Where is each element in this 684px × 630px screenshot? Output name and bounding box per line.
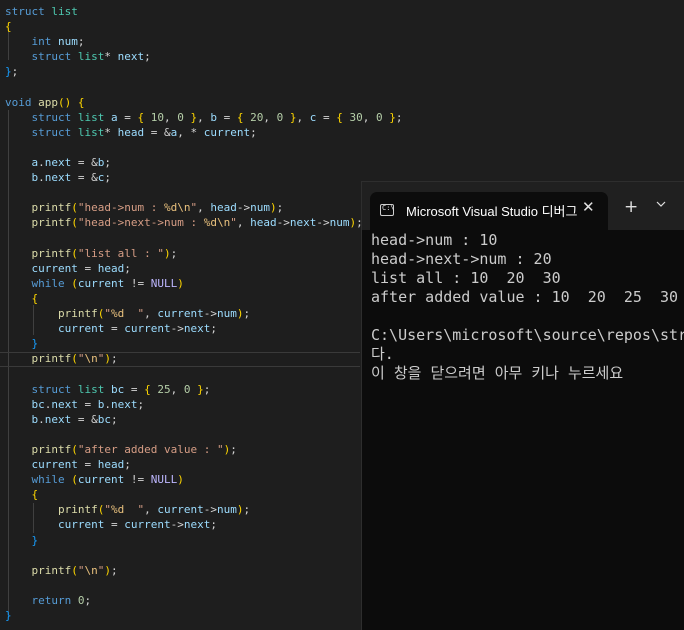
- code-line[interactable]: struct list a = { 10, 0 }, b = { 20, 0 }…: [5, 110, 403, 125]
- console-tab-title: Microsoft Visual Studio 디버그: [406, 204, 578, 219]
- chevron-down-icon[interactable]: [656, 199, 666, 209]
- code-line[interactable]: printf("head->num : %d\n", head->num);: [5, 200, 284, 215]
- code-line[interactable]: return 0;: [5, 593, 92, 608]
- code-line[interactable]: struct list* next;: [5, 49, 151, 64]
- code-line[interactable]: printf("head->next->num : %d\n", head->n…: [5, 215, 363, 230]
- code-line[interactable]: {: [5, 19, 12, 34]
- code-line[interactable]: }: [5, 533, 39, 548]
- code-line[interactable]: struct list: [5, 4, 78, 19]
- console-tab[interactable]: C:\ Microsoft Visual Studio 디버그 ✕: [370, 192, 608, 230]
- code-line[interactable]: while (current != NULL): [5, 276, 184, 291]
- code-line[interactable]: current = head;: [5, 457, 131, 472]
- code-line[interactable]: struct list bc = { 25, 0 };: [5, 382, 211, 397]
- code-line[interactable]: }: [5, 608, 12, 623]
- code-line[interactable]: void app() {: [5, 95, 85, 110]
- code-line[interactable]: b.next = &c;: [5, 170, 112, 185]
- code-line[interactable]: printf("list all : ");: [5, 246, 178, 261]
- code-line[interactable]: {: [5, 291, 39, 306]
- new-tab-button[interactable]: +: [624, 197, 638, 217]
- console-output-line: head->num : 10: [371, 231, 498, 249]
- code-line[interactable]: int num;: [5, 34, 85, 49]
- console-output-line: 이 창을 닫으려면 아무 키나 누르세요: [371, 364, 624, 382]
- code-line[interactable]: b.next = &bc;: [5, 412, 118, 427]
- console-output-line: after added value : 10 20 25 30: [371, 288, 679, 306]
- code-line[interactable]: current = current->next;: [5, 321, 217, 336]
- code-line[interactable]: };: [5, 64, 18, 79]
- code-line[interactable]: a.next = &b;: [5, 155, 112, 170]
- code-line[interactable]: printf("\n");: [5, 563, 118, 578]
- console-output-line: head->next->num : 20: [371, 250, 552, 268]
- console-output-line: list all : 10 20 30: [371, 269, 561, 287]
- console-icon: C:\: [380, 204, 395, 216]
- code-line[interactable]: printf("after added value : ");: [5, 442, 237, 457]
- code-line[interactable]: printf("\n");: [5, 351, 118, 366]
- code-line[interactable]: struct list* head = &a, * current;: [5, 125, 257, 140]
- code-line[interactable]: printf("%d ", current->num);: [5, 502, 250, 517]
- code-line[interactable]: {: [5, 487, 39, 502]
- close-icon[interactable]: ✕: [582, 198, 595, 216]
- code-line[interactable]: while (current != NULL): [5, 472, 184, 487]
- code-line[interactable]: current = current->next;: [5, 517, 217, 532]
- code-line[interactable]: printf("%d ", current->num);: [5, 306, 250, 321]
- console-titlebar: C:\ Microsoft Visual Studio 디버그 ✕ +: [362, 182, 684, 230]
- code-line[interactable]: current = head;: [5, 261, 131, 276]
- console-window[interactable]: C:\ Microsoft Visual Studio 디버그 ✕ + head…: [361, 181, 684, 630]
- code-line[interactable]: }: [5, 336, 39, 351]
- code-line[interactable]: bc.next = b.next;: [5, 397, 145, 412]
- console-output-line: 다.: [371, 345, 394, 363]
- console-output-line: C:\Users\microsoft\source\repos\str: [371, 326, 684, 344]
